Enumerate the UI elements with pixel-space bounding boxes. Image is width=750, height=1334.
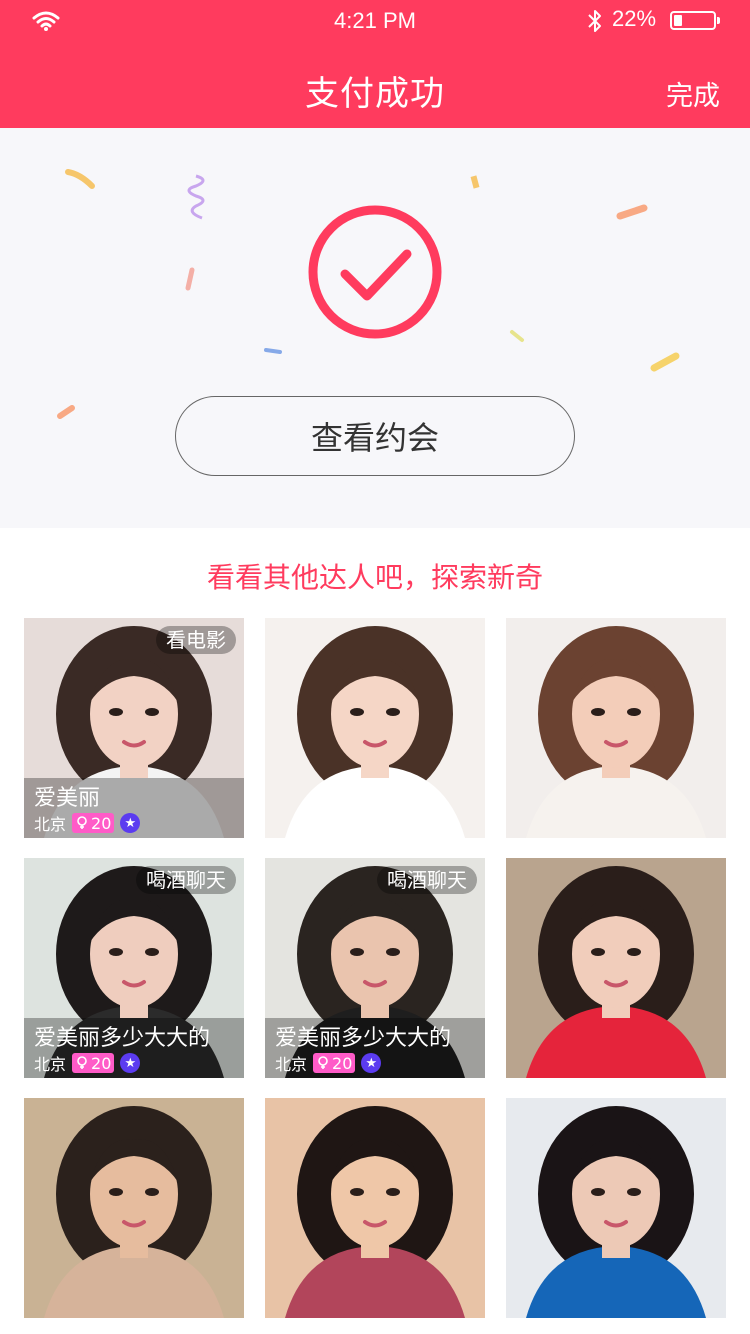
gender-female-icon <box>318 1056 328 1069</box>
user-photo <box>265 618 485 838</box>
user-age: 20 <box>91 1053 112 1073</box>
explore-title: 看看其他达人吧，探索新奇 <box>206 561 543 594</box>
payment-success-panel: 查看约会 <box>0 128 750 528</box>
user-card[interactable] <box>506 858 726 1078</box>
view-date-button[interactable]: 查看约会 <box>175 396 575 476</box>
age-badge: 20 <box>72 813 115 833</box>
bluetooth-icon <box>588 10 601 32</box>
user-card[interactable]: 看电影爱美丽北京 20 ★ <box>24 618 244 838</box>
age-badge: 20 <box>313 1053 356 1073</box>
battery-icon <box>670 11 720 30</box>
user-photo <box>265 1098 485 1318</box>
user-city: 北京 <box>34 1055 67 1074</box>
battery-percent: 22% <box>612 6 657 31</box>
user-photo <box>506 1098 726 1318</box>
user-card[interactable] <box>265 1098 485 1318</box>
done-button[interactable]: 完成 <box>666 74 720 113</box>
verified-star-icon: ★ <box>120 1053 141 1073</box>
user-info-bar: 爱美丽多少大大的北京 20 ★ <box>24 1018 244 1078</box>
user-photo <box>24 1098 244 1318</box>
activity-tag: 喝酒聊天 <box>377 866 477 894</box>
gender-female-icon <box>77 1056 87 1069</box>
user-name: 爱美丽 <box>34 786 101 811</box>
user-name: 爱美丽多少大大的 <box>34 1026 211 1051</box>
activity-tag: 喝酒聊天 <box>136 866 236 894</box>
user-city: 北京 <box>275 1055 308 1074</box>
gender-female-icon <box>77 816 87 829</box>
user-card[interactable]: 喝酒聊天爱美丽多少大大的北京 20 ★ <box>24 858 244 1078</box>
user-card[interactable]: 喝酒聊天爱美丽多少大大的北京 20 ★ <box>265 858 485 1078</box>
user-age: 20 <box>332 1053 353 1073</box>
user-age: 20 <box>91 813 112 833</box>
user-card[interactable] <box>506 618 726 838</box>
verified-star-icon: ★ <box>120 813 141 833</box>
user-card[interactable] <box>506 1098 726 1318</box>
top-bar: 4:21 PM 22% 支付成功 完成 <box>0 0 750 128</box>
age-badge: 20 <box>72 1053 115 1073</box>
user-city: 北京 <box>34 815 67 834</box>
activity-tag: 看电影 <box>156 626 236 654</box>
page-title: 支付成功 <box>305 74 445 114</box>
user-name: 爱美丽多少大大的 <box>275 1026 452 1051</box>
verified-star-icon: ★ <box>361 1053 382 1073</box>
user-photo <box>506 858 726 1078</box>
user-card[interactable] <box>24 1098 244 1318</box>
user-card[interactable] <box>265 618 485 838</box>
user-info-bar: 爱美丽多少大大的北京 20 ★ <box>265 1018 485 1078</box>
user-photo <box>506 618 726 838</box>
success-check-icon <box>308 205 442 339</box>
user-info-bar: 爱美丽北京 20 ★ <box>24 778 244 838</box>
